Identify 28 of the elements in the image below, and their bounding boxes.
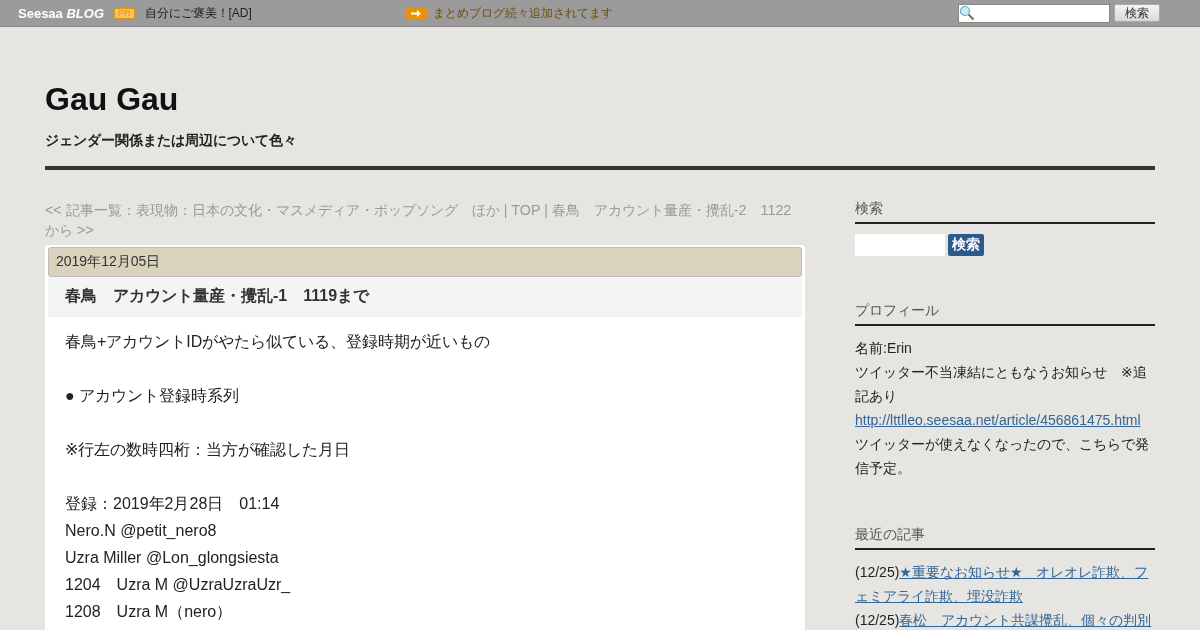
article-text: Uzra Miller @Lon_glongsiesta [65, 549, 279, 566]
article-title: 春鳥 アカウント量産・攪乱-1 1119まで [48, 277, 802, 317]
search-field[interactable] [958, 3, 1110, 23]
article-text: ※行左の数時四桁：当方が確認した月日 [65, 441, 351, 458]
blog-title[interactable]: Gau Gau [45, 81, 1155, 118]
blog-subtitle: ジェンダー関係または周辺について色々 [45, 132, 298, 150]
ad-link[interactable]: 自分にご褒美！[AD] [144, 4, 252, 22]
search-icon [959, 5, 975, 21]
search-field[interactable] [855, 234, 945, 256]
article-text: 春鳥+アカウントIDがやたら似ている、登録時期が近いもの [65, 333, 491, 350]
pr-badge: PR [114, 7, 135, 19]
article-text: 1208 Uzra M（nero） [65, 603, 233, 620]
profile-text: ツイッターが使えなくなったので、こちらで発信予定。 [855, 435, 1150, 478]
profile-name: 名前:Erin [855, 339, 913, 358]
article-text: 登録：2019年2月28日 01:14 [65, 495, 280, 512]
search-button[interactable]: 検索 [1114, 4, 1160, 22]
recent-article-entry[interactable]: (12/25)★重要なお知らせ★ オレオレ詐欺、フェミアライ詐欺、埋没詐欺 [855, 560, 1155, 608]
search-button[interactable]: 検索 [948, 234, 984, 256]
article-text: 1204 Uzra M @UzraUzraUzr_ [65, 576, 291, 593]
profile-text: ツイッター不当凍結にともなうお知らせ ※追記あり [855, 363, 1148, 406]
article-text: Nero.N @petit_nero8 [65, 522, 217, 539]
article-date: 2019年12月05日 [48, 247, 802, 277]
recent-article-entry[interactable]: (12/25)春松 アカウント共謀攪乱、個々の判別 [855, 608, 1155, 630]
widget-heading: 最近の記事 [855, 526, 1155, 550]
profile-link[interactable]: http://lttlleo.seesaa.net/article/456861475.html [855, 408, 1155, 432]
widget-heading: プロフィール [855, 302, 1155, 326]
widget-heading: 検索 [855, 200, 1155, 224]
article-text: ● アカウント登録時系列 [65, 387, 240, 404]
